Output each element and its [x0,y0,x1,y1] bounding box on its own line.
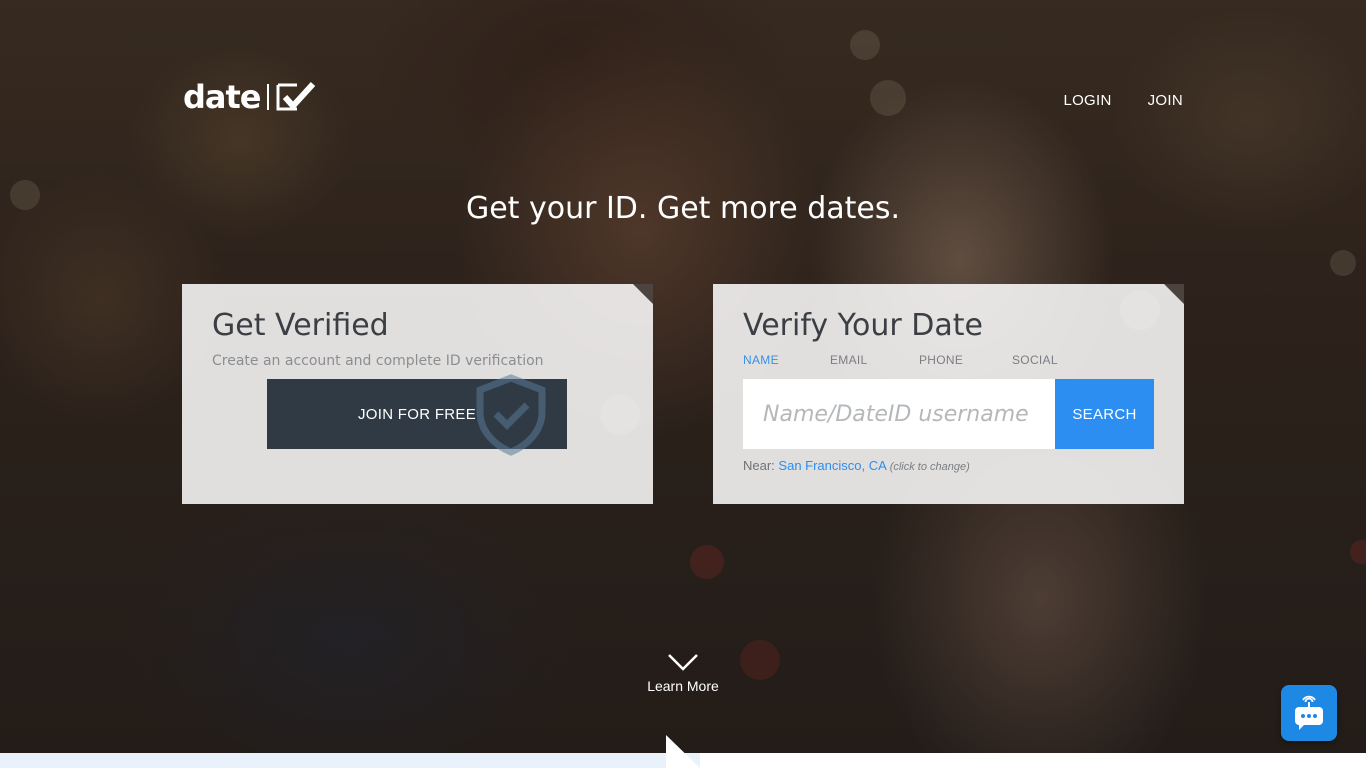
checkmark-icon [275,81,317,113]
tab-social[interactable]: SOCIAL [1012,353,1058,367]
card-corner-fold [1164,284,1184,304]
logo-divider [266,84,269,110]
chat-bot-button[interactable] [1281,685,1337,741]
verify-date-title: Verify Your Date [743,308,983,343]
site-header: date LOGIN JOIN [183,78,1183,118]
next-section-edge-right [700,753,1366,768]
top-nav: LOGIN JOIN [1063,92,1183,109]
search-type-tabs: NAME EMAIL PHONE SOCIAL [743,353,1058,367]
chevron-down-icon [0,652,1366,672]
location-hint: (click to change) [889,461,970,473]
get-verified-card: Get Verified Create an account and compl… [182,284,653,504]
get-verified-subtitle: Create an account and complete ID verifi… [212,353,544,369]
tab-phone[interactable]: PHONE [919,353,1012,367]
nav-join-link[interactable]: JOIN [1148,92,1183,109]
near-label: Near: [743,458,775,473]
logo-text: date [183,78,261,116]
search-button[interactable]: SEARCH [1055,379,1154,449]
logo[interactable]: date [183,78,317,116]
verify-your-date-card: Verify Your Date NAME EMAIL PHONE SOCIAL… [713,284,1184,504]
hero-headline: Get your ID. Get more dates. [465,191,901,226]
chat-bot-icon [1292,694,1326,733]
learn-more-label: Learn More [647,678,719,694]
card-corner-fold [633,284,653,304]
nav-login-link[interactable]: LOGIN [1063,92,1111,109]
date-search-input[interactable] [743,379,1055,449]
learn-more-link[interactable]: Learn More [0,652,1366,695]
location-line: Near: San Francisco, CA (click to change… [743,458,970,473]
location-link[interactable]: San Francisco, CA [778,458,886,473]
shield-check-icon [472,372,550,460]
tab-email[interactable]: EMAIL [830,353,919,367]
tab-name[interactable]: NAME [743,353,830,367]
get-verified-title: Get Verified [212,308,389,343]
